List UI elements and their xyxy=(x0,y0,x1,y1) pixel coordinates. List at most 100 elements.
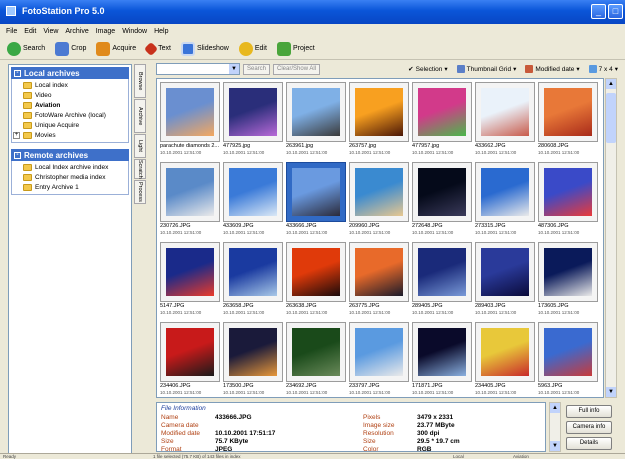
archive-item-label: Unique Acquire xyxy=(35,121,80,129)
remote-archive-item[interactable]: Christopher media index xyxy=(12,172,128,182)
full-info-button[interactable]: Full info xyxy=(566,405,612,418)
thumbnail[interactable]: 289405.JPG 10.10.2001 12:51:00 xyxy=(412,242,472,318)
thumbnail[interactable]: 209960.JPG 10.10.2001 12:51:00 xyxy=(349,162,409,238)
vertical-tabs: Browse Archive Light Scratch Process xyxy=(134,64,146,204)
thumbnail-date: 10.10.2001 12:51:00 xyxy=(286,230,328,235)
remote-archive-item[interactable]: Entry Archive 1 xyxy=(12,182,128,192)
info-scrollbar[interactable]: ▲ ▼ xyxy=(549,402,561,452)
view-mode-menu[interactable]: Thumbnail Grid ▾ xyxy=(456,65,516,73)
toolbar: Search Crop Acquire Text Slideshow Edit … xyxy=(0,38,625,60)
text-button[interactable]: Text xyxy=(143,40,174,58)
archive-item-aviation[interactable]: Aviation xyxy=(12,100,128,110)
file-info-row: Modified date 10.10.2001 17:51:17 xyxy=(161,430,275,438)
tab-label: Process xyxy=(137,182,143,202)
archive-item-fotoware-local[interactable]: FotoWare Archive (local) xyxy=(12,110,128,120)
thumbnail[interactable]: 5963.JPG 10.10.2001 12:51:00 xyxy=(538,322,598,398)
archive-item-movies[interactable]: + Movies xyxy=(12,130,128,140)
thumbnail-frame xyxy=(286,322,346,382)
thumbnail[interactable]: 5147.JPG 10.10.2001 12:51:00 xyxy=(160,242,220,318)
thumbnail[interactable]: 171871.JPG 10.10.2001 12:51:00 xyxy=(412,322,472,398)
acquire-button[interactable]: Acquire xyxy=(93,40,139,58)
scroll-thumb[interactable] xyxy=(606,93,616,143)
expand-icon[interactable]: + xyxy=(13,131,20,139)
scroll-up-icon[interactable]: ▲ xyxy=(606,79,616,89)
tab-process[interactable]: Process xyxy=(134,180,146,204)
search-icon xyxy=(7,41,21,56)
scroll-down-icon[interactable]: ▼ xyxy=(606,387,616,397)
collapse-icon[interactable]: - xyxy=(14,151,21,159)
thumbnail[interactable]: 477957.jpg 10.10.2001 12:51:00 xyxy=(412,82,472,158)
archive-item-local-index[interactable]: Local index xyxy=(12,80,128,90)
menu-edit[interactable]: Edit xyxy=(24,28,36,35)
local-archives-header[interactable]: - Local archives xyxy=(11,67,129,79)
scroll-down-icon[interactable]: ▼ xyxy=(550,441,560,451)
thumbnail[interactable]: 272648.JPG 10.10.2001 12:51:00 xyxy=(412,162,472,238)
details-button[interactable]: Details xyxy=(566,437,612,450)
chevron-down-icon[interactable]: ▼ xyxy=(229,64,239,74)
project-button[interactable]: Project xyxy=(274,40,318,58)
project-button-label: Project xyxy=(292,45,315,52)
thumbnail[interactable]: 263638.JPG 10.10.2001 12:51:00 xyxy=(286,242,346,318)
thumbnail[interactable]: 477925.jpg 10.10.2001 12:51:00 xyxy=(223,82,283,158)
edit-button[interactable]: Edit xyxy=(236,40,270,58)
scroll-up-icon[interactable]: ▲ xyxy=(550,403,560,413)
thumbnail-image xyxy=(166,168,214,216)
thumbnail[interactable]: 234405.JPG 10.10.2001 12:51:00 xyxy=(475,322,535,398)
menu-view[interactable]: View xyxy=(43,28,58,35)
slideshow-button-label: Slideshow xyxy=(196,45,229,52)
thumbnail-date: 10.10.2001 12:51:00 xyxy=(286,150,328,155)
slideshow-button[interactable]: Slideshow xyxy=(178,40,232,58)
thumbnail[interactable]: parachute diamonds 2... 10.10.2001 12:51:… xyxy=(160,82,220,158)
thumbnail[interactable]: 280608.JPG 10.10.2001 12:51:00 xyxy=(538,82,598,158)
thumbnail-frame xyxy=(412,322,472,382)
thumbnail[interactable]: 234406.JPG 10.10.2001 12:51:00 xyxy=(160,322,220,398)
tab-light[interactable]: Light xyxy=(134,134,146,158)
menu-help[interactable]: Help xyxy=(154,28,168,35)
thumbnail[interactable]: 433609.JPG 10.10.2001 12:51:00 xyxy=(223,162,283,238)
menu-file[interactable]: File xyxy=(6,28,17,35)
search-submit-button[interactable]: Search xyxy=(243,63,271,75)
search-dropdown[interactable]: ▼ xyxy=(156,63,240,75)
thumbnail-filename: 433662.JPG xyxy=(475,143,506,149)
thumbnail[interactable]: 433662.JPG 10.10.2001 12:51:00 xyxy=(475,82,535,158)
archive-item-unique-acquire[interactable]: Unique Acquire xyxy=(12,120,128,130)
thumbnail[interactable]: 233797.JPG 10.10.2001 12:51:00 xyxy=(349,322,409,398)
clear-show-all-button[interactable]: Clear/Show All xyxy=(273,63,321,75)
grid-size-menu[interactable]: 7 x 4 ▾ xyxy=(588,65,618,73)
collapse-icon[interactable]: - xyxy=(14,69,21,77)
maximize-button[interactable]: □ xyxy=(608,4,623,19)
thumbnail[interactable]: 263658.JPG 10.10.2001 12:51:00 xyxy=(223,242,283,318)
tab-archive[interactable]: Archive xyxy=(134,99,146,133)
thumbnail-frame xyxy=(349,242,409,302)
sort-menu[interactable]: Modified date ▾ xyxy=(525,65,580,73)
thumbnail[interactable]: 234692.JPG 10.10.2001 12:51:00 xyxy=(286,322,346,398)
search-button[interactable]: Search xyxy=(4,40,48,58)
thumbnail[interactable]: 263961.jpg 10.10.2001 12:51:00 xyxy=(286,82,346,158)
tab-scratch[interactable]: Scratch xyxy=(134,159,146,179)
thumbnail[interactable]: 173500.JPG 10.10.2001 12:51:00 xyxy=(223,322,283,398)
thumbnail[interactable]: 273315.JPG 10.10.2001 12:51:00 xyxy=(475,162,535,238)
crop-button[interactable]: Crop xyxy=(52,40,89,58)
menu-image[interactable]: Image xyxy=(96,28,115,35)
thumbnail[interactable]: 230726.JPG 10.10.2001 12:51:00 xyxy=(160,162,220,238)
thumbnail[interactable]: 263757.jpg 10.10.2001 12:51:00 xyxy=(349,82,409,158)
archive-item-video[interactable]: Video xyxy=(12,90,128,100)
remote-archives-header[interactable]: - Remote archives xyxy=(11,149,129,161)
remote-archive-item[interactable]: Local Index archive index xyxy=(12,162,128,172)
thumbnail[interactable]: 173605.JPG 10.10.2001 12:51:00 xyxy=(538,242,598,318)
thumbnail[interactable]: 263775.JPG 10.10.2001 12:51:00 xyxy=(349,242,409,318)
thumbnail-date: 10.10.2001 12:51:00 xyxy=(160,310,202,315)
thumbnail[interactable]: 289403.JPG 10.10.2001 12:51:00 xyxy=(475,242,535,318)
camera-info-button[interactable]: Camera info xyxy=(566,421,612,434)
thumbnail[interactable]: 433666.JPG 10.10.2001 12:51:00 xyxy=(286,162,346,238)
tab-browse[interactable]: Browse xyxy=(134,64,146,98)
minimize-button[interactable]: _ xyxy=(591,4,606,19)
thumbnail-grid[interactable]: parachute diamonds 2... 10.10.2001 12:51:… xyxy=(156,78,604,398)
thumbnail[interactable]: 487306.JPG 10.10.2001 12:51:00 xyxy=(538,162,598,238)
menu-archive[interactable]: Archive xyxy=(65,28,88,35)
selection-menu[interactable]: ✔ Selection ▾ xyxy=(408,65,447,74)
file-info-value: 75.7 KByte xyxy=(215,438,249,445)
grid-scrollbar[interactable]: ▲ ▼ xyxy=(605,78,617,398)
menu-window[interactable]: Window xyxy=(122,28,147,35)
thumbnail-frame xyxy=(349,162,409,222)
